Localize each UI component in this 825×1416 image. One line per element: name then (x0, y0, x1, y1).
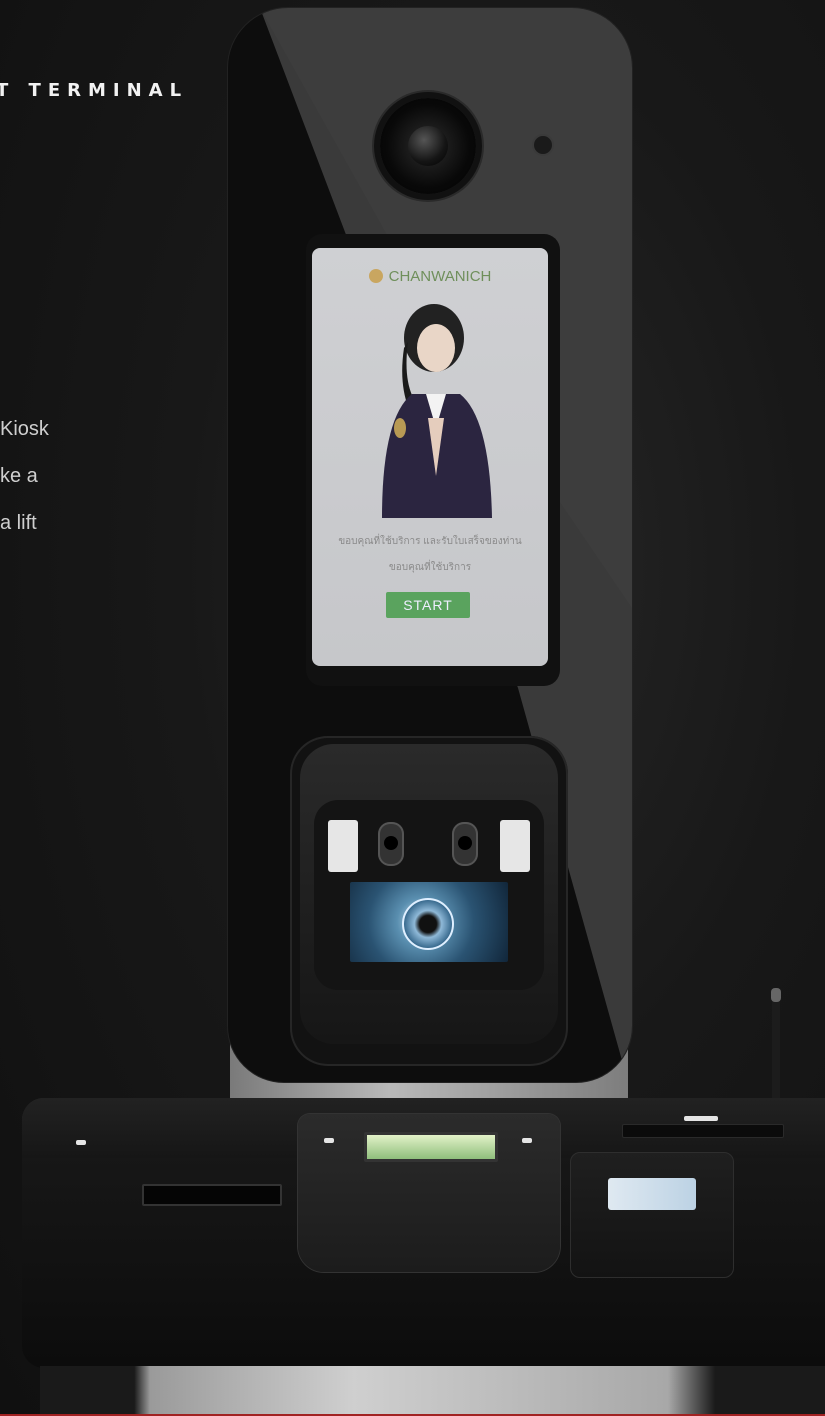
scanner-led-left (324, 1138, 334, 1143)
card-slot[interactable] (142, 1184, 282, 1206)
iris-scan-display (350, 882, 508, 962)
iris-icon (402, 898, 454, 950)
left-light-pad (328, 820, 358, 872)
card-dispenser[interactable] (570, 1152, 734, 1278)
right-light-pad (500, 820, 530, 872)
kiosk-screen: CHANWANICH ขอบคุณที่ใช้บริการ และรับใบเส… (312, 248, 548, 666)
screen-message-2: ขอบคุณที่ใช้บริการ (388, 562, 472, 573)
right-iris-camera (452, 822, 478, 866)
kiosk-legs (40, 1366, 825, 1416)
scanner-glass[interactable] (364, 1132, 498, 1162)
brand-logo-icon (368, 269, 383, 283)
description-line-2: ke a (0, 465, 38, 487)
dispensed-card[interactable] (608, 1178, 696, 1210)
description-text: Kiosk ke a a lift (0, 406, 49, 547)
card-reader-plate[interactable] (622, 1124, 784, 1138)
description-line-3: a lift (0, 512, 37, 534)
start-button[interactable]: START (386, 592, 470, 618)
brand-name: CHANWANICH (388, 268, 492, 285)
base-indicator-left (76, 1140, 86, 1145)
left-iris-camera (378, 822, 404, 866)
base-indicator-right (684, 1116, 718, 1121)
brand-logo-text: CHANWANICH (312, 268, 548, 285)
screen-message-1: ขอบคุณที่ใช้บริการ และรับใบเสร็จของท่าน (338, 536, 522, 547)
scanner-led-right (522, 1138, 532, 1143)
light-sensor (532, 134, 554, 156)
greeting-person-image (382, 304, 492, 518)
page-heading: T TERMINAL (0, 80, 189, 101)
camera-lens (380, 98, 476, 194)
description-line-1: Kiosk (0, 418, 49, 440)
